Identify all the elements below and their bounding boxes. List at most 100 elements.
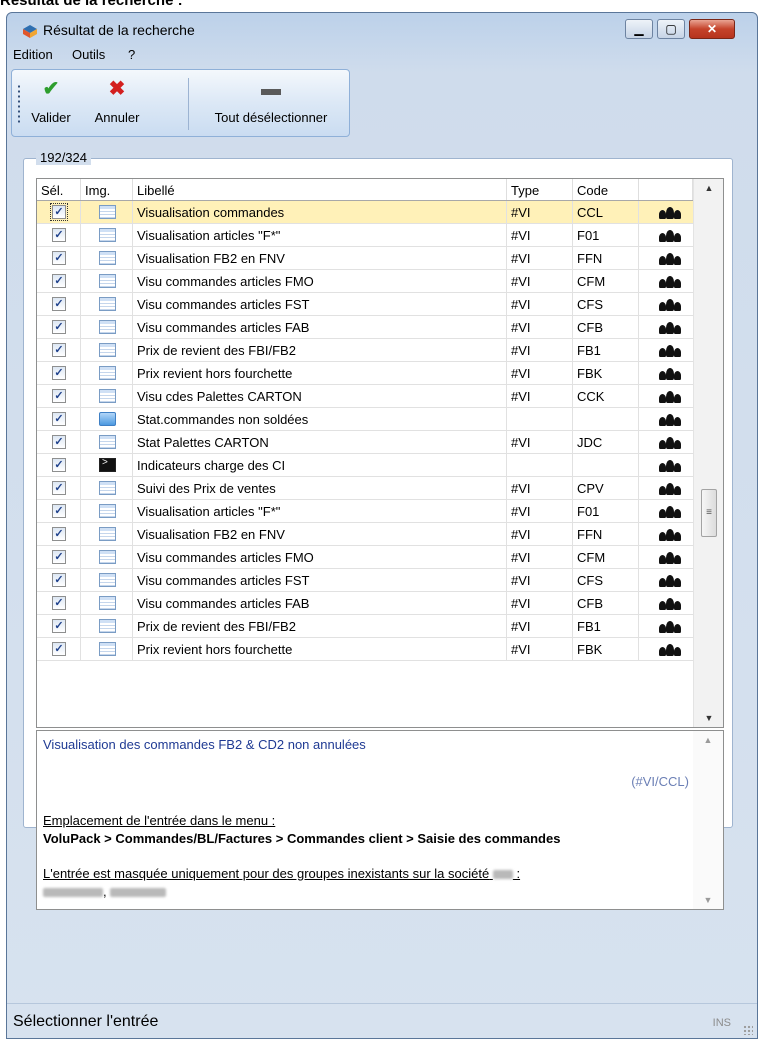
table-row[interactable]: ✓ Prix de revient des FBI/FB2 #VI FB1 xyxy=(37,339,693,362)
users-group-icon[interactable] xyxy=(659,551,681,564)
table-row[interactable]: ✓ Stat Palettes CARTON #VI JDC xyxy=(37,431,693,454)
row-checkbox[interactable]: ✓ xyxy=(52,596,66,610)
table-row[interactable]: ✓ Visu commandes articles FMO #VI CFM xyxy=(37,546,693,569)
table-row[interactable]: ✓ Visu commandes articles FST #VI CFS xyxy=(37,293,693,316)
header-code[interactable]: Code xyxy=(573,179,639,200)
users-group-icon[interactable] xyxy=(659,643,681,656)
users-group-icon[interactable] xyxy=(659,206,681,219)
users-group-icon[interactable] xyxy=(659,436,681,449)
list-icon xyxy=(99,205,116,219)
row-checkbox[interactable]: ✓ xyxy=(52,504,66,518)
row-checkbox[interactable]: ✓ xyxy=(52,481,66,495)
users-group-icon[interactable] xyxy=(659,482,681,495)
deselect-all-button[interactable]: ▬ Tout désélectionner xyxy=(198,70,344,136)
users-group-icon[interactable] xyxy=(659,528,681,541)
table-row[interactable]: ✓ Prix de revient des FBI/FB2 #VI FB1 xyxy=(37,615,693,638)
table-row[interactable]: ✓ Visu cdes Palettes CARTON #VI CCK xyxy=(37,385,693,408)
row-checkbox[interactable]: ✓ xyxy=(52,550,66,564)
desc-scroll-up-icon[interactable]: ▲ xyxy=(693,731,723,749)
users-group-icon[interactable] xyxy=(659,252,681,265)
minimize-button[interactable]: ▁ xyxy=(625,19,653,39)
list-icon xyxy=(99,481,116,495)
row-checkbox[interactable]: ✓ xyxy=(52,412,66,426)
row-checkbox[interactable]: ✓ xyxy=(52,642,66,656)
sel-cell: ✓ xyxy=(37,569,81,592)
scroll-up-icon[interactable]: ▲ xyxy=(694,179,723,197)
users-group-icon[interactable] xyxy=(659,321,681,334)
type-cell: #VI xyxy=(507,339,573,362)
table-row[interactable]: ✓ Visualisation articles "F*" #VI F01 xyxy=(37,224,693,247)
header-sel[interactable]: Sél. xyxy=(37,179,81,200)
redacted-company xyxy=(492,870,513,880)
users-group-icon[interactable] xyxy=(659,413,681,426)
menu-edition[interactable]: Edition xyxy=(13,47,53,62)
users-group-icon[interactable] xyxy=(659,620,681,633)
label-cell: Visu commandes articles FMO xyxy=(133,270,507,293)
resize-grip[interactable] xyxy=(743,1025,753,1035)
type-cell xyxy=(507,408,573,431)
description-scrollbar[interactable]: ▲ ▼ xyxy=(693,731,723,909)
menu-help[interactable]: ? xyxy=(128,47,135,62)
table-row[interactable]: ✓ Visu commandes articles FMO #VI CFM xyxy=(37,270,693,293)
users-group-icon[interactable] xyxy=(659,344,681,357)
table-row[interactable]: ✓ Visualisation articles "F*" #VI F01 xyxy=(37,500,693,523)
table-row[interactable]: ✓ Stat.commandes non soldées xyxy=(37,408,693,431)
img-cell xyxy=(81,615,133,638)
users-group-icon[interactable] xyxy=(659,574,681,587)
users-group-icon[interactable] xyxy=(659,459,681,472)
row-checkbox[interactable]: ✓ xyxy=(52,573,66,587)
table-row[interactable]: ✓ Prix revient hors fourchette #VI FBK xyxy=(37,638,693,661)
row-checkbox[interactable]: ✓ xyxy=(52,458,66,472)
label-cell: Visu commandes articles FAB xyxy=(133,316,507,339)
title-bar[interactable]: Résultat de la recherche ▁ ▢ ✕ xyxy=(7,13,757,45)
table-row[interactable]: ✓ Visu commandes articles FAB #VI CFB xyxy=(37,592,693,615)
row-checkbox[interactable]: ✓ xyxy=(52,527,66,541)
users-group-icon[interactable] xyxy=(659,229,681,242)
folder-icon xyxy=(99,412,116,426)
row-checkbox[interactable]: ✓ xyxy=(52,366,66,380)
row-checkbox[interactable]: ✓ xyxy=(52,389,66,403)
header-label[interactable]: Libellé xyxy=(133,179,507,200)
scroll-down-icon[interactable]: ▼ xyxy=(694,709,723,727)
hidden-groups-note: L'entrée est masquée uniquement pour des… xyxy=(43,866,689,881)
list-icon xyxy=(99,297,116,311)
row-checkbox[interactable]: ✓ xyxy=(50,203,68,221)
table-row[interactable]: ✓ Visu commandes articles FST #VI CFS xyxy=(37,569,693,592)
table-row[interactable]: ✓ Visualisation FB2 en FNV #VI FFN xyxy=(37,247,693,270)
menu-outils[interactable]: Outils xyxy=(72,47,105,62)
scroll-thumb[interactable]: ≡ xyxy=(701,489,717,537)
row-checkbox[interactable]: ✓ xyxy=(52,274,66,288)
grid-scrollbar[interactable]: ▲ ≡ ▼ xyxy=(693,179,723,727)
maximize-button[interactable]: ▢ xyxy=(657,19,685,39)
users-group-icon[interactable] xyxy=(659,505,681,518)
table-row[interactable]: ✓ Visualisation commandes #VI CCL xyxy=(37,201,693,224)
table-row[interactable]: ✓ Visualisation FB2 en FNV #VI FFN xyxy=(37,523,693,546)
row-checkbox[interactable]: ✓ xyxy=(52,435,66,449)
header-group[interactable] xyxy=(639,179,693,200)
cancel-button[interactable]: ✖ Annuler xyxy=(86,70,148,136)
validate-button[interactable]: ✔ Valider xyxy=(24,70,78,136)
table-row[interactable]: ✓ Prix revient hors fourchette #VI FBK xyxy=(37,362,693,385)
img-cell xyxy=(81,270,133,293)
row-checkbox[interactable]: ✓ xyxy=(52,343,66,357)
users-group-icon[interactable] xyxy=(659,367,681,380)
toolbar-grip[interactable] xyxy=(18,84,20,124)
header-type[interactable]: Type xyxy=(507,179,573,200)
users-group-icon[interactable] xyxy=(659,597,681,610)
row-checkbox[interactable]: ✓ xyxy=(52,320,66,334)
table-row[interactable]: ✓ Indicateurs charge des CI xyxy=(37,454,693,477)
close-button[interactable]: ✕ xyxy=(689,19,735,39)
header-img[interactable]: Img. xyxy=(81,179,133,200)
users-group-icon[interactable] xyxy=(659,390,681,403)
row-checkbox[interactable]: ✓ xyxy=(52,251,66,265)
table-row[interactable]: ✓ Visu commandes articles FAB #VI CFB xyxy=(37,316,693,339)
label-cell: Suivi des Prix de ventes xyxy=(133,477,507,500)
table-row[interactable]: ✓ Suivi des Prix de ventes #VI CPV xyxy=(37,477,693,500)
row-checkbox[interactable]: ✓ xyxy=(52,619,66,633)
row-checkbox[interactable]: ✓ xyxy=(52,228,66,242)
row-checkbox[interactable]: ✓ xyxy=(52,297,66,311)
users-group-icon[interactable] xyxy=(659,275,681,288)
list-icon xyxy=(99,435,116,449)
users-group-icon[interactable] xyxy=(659,298,681,311)
desc-scroll-down-icon[interactable]: ▼ xyxy=(693,891,723,909)
